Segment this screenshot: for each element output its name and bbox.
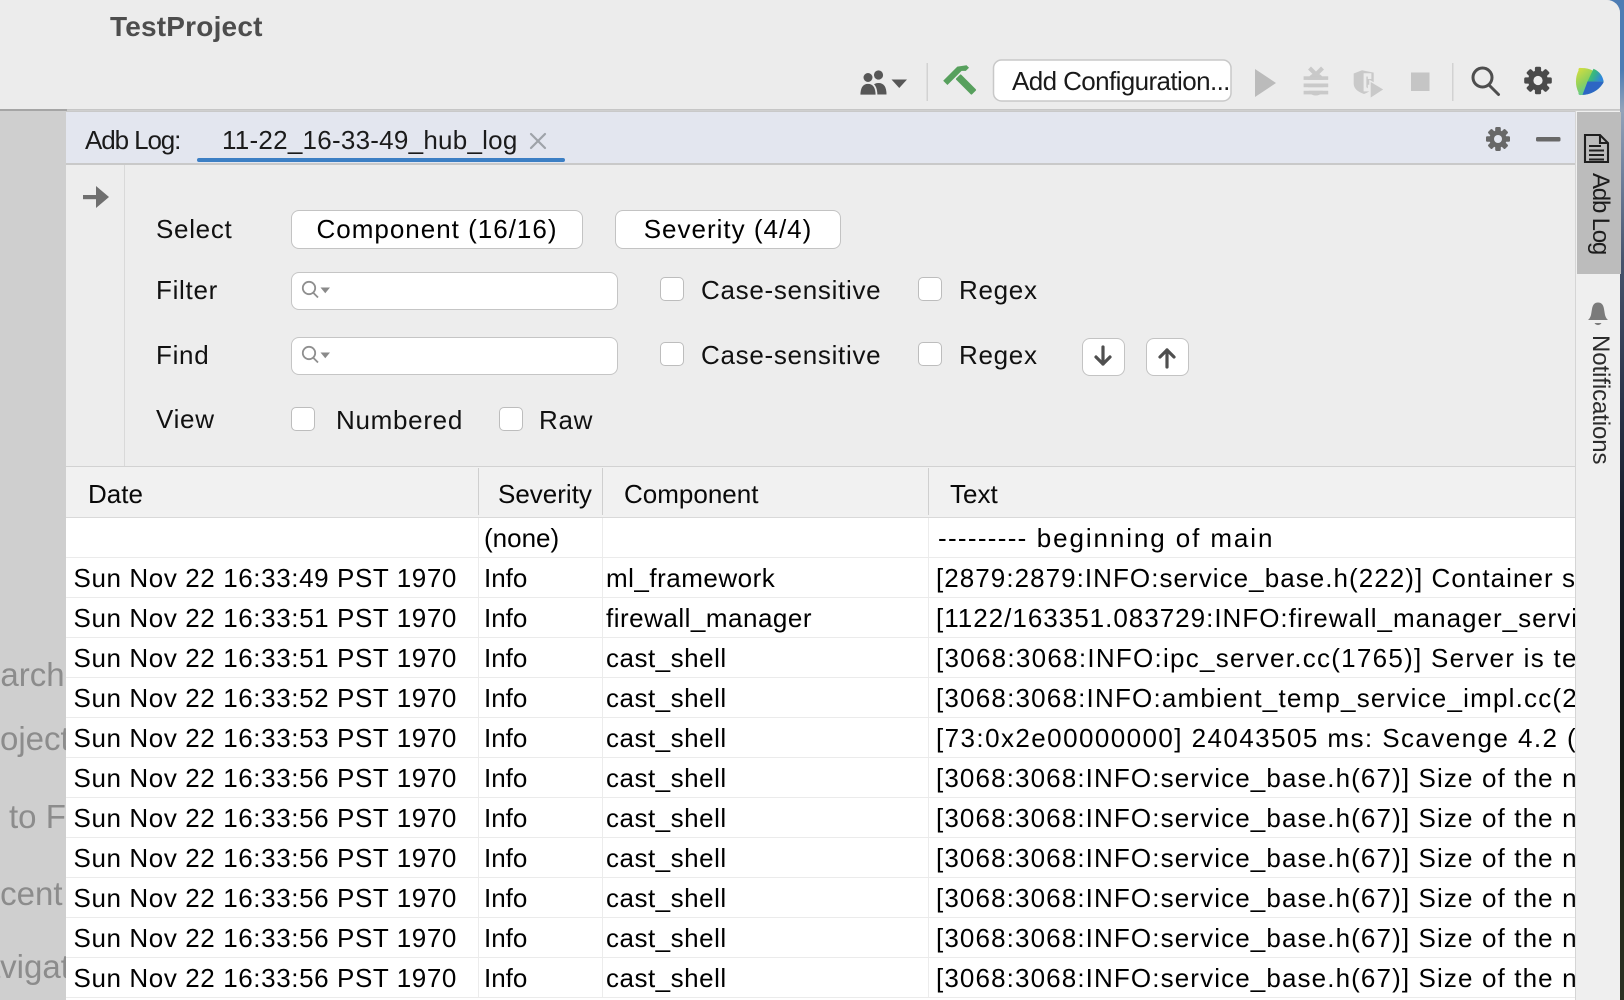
svg-text:Add Configuration...: Add Configuration...: [1012, 66, 1230, 96]
